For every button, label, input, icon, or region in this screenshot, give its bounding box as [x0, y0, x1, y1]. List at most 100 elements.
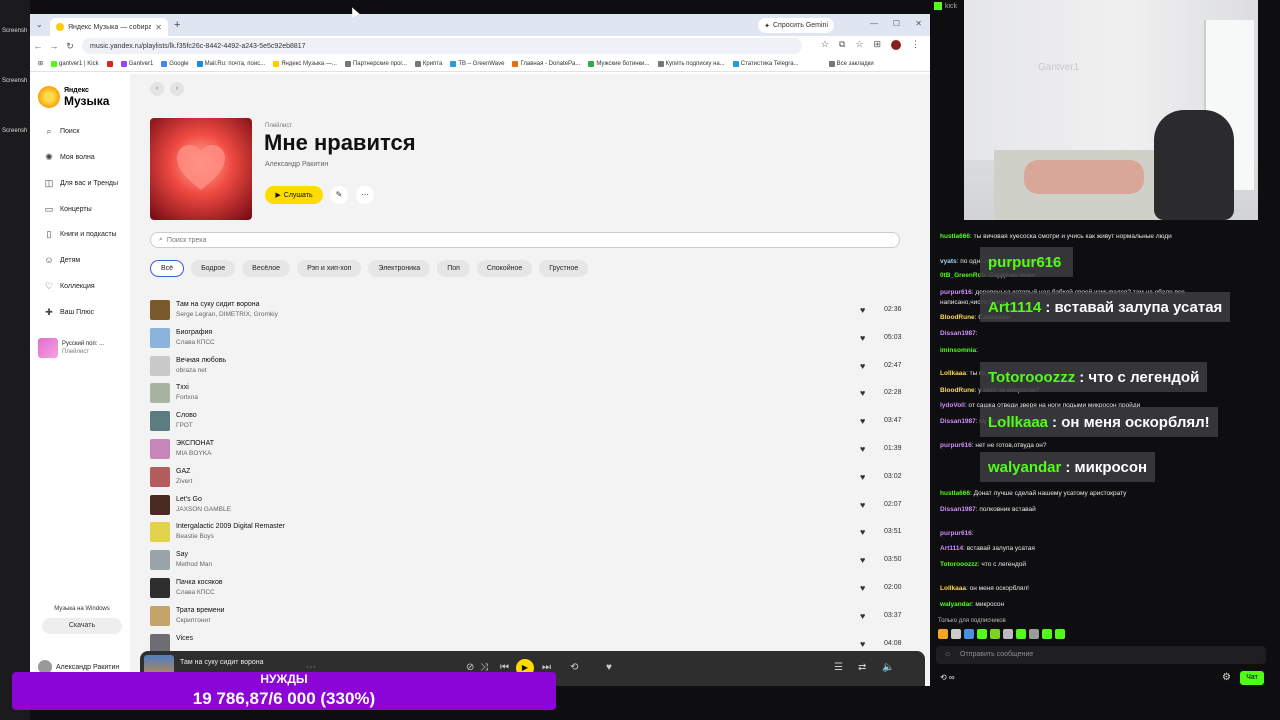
track-title[interactable]: Там на суку сидит ворона [176, 301, 260, 308]
track-title[interactable]: Вечная любовь [176, 357, 226, 364]
track-artist[interactable]: MIA BOYKA [176, 450, 211, 457]
chat-username[interactable]: Lollkaaa [940, 370, 966, 377]
url-field[interactable]: music.yandex.ru/playlists/lk.f35fc26c-84… [82, 38, 802, 54]
track-row[interactable]: Пачка косяков Слава КПСС ♥ 02:00 [150, 576, 915, 604]
chat-username[interactable]: BloodRune [940, 314, 975, 321]
track-title[interactable]: ЭКСПОНАТ [176, 440, 214, 447]
chat-username[interactable]: hustla666 [940, 233, 970, 240]
chat-username[interactable]: purpur616 [940, 530, 972, 537]
bookmark-item[interactable]: Google [161, 60, 189, 67]
track-row[interactable]: Трата времени Скриптонит ♥ 03:37 [150, 604, 915, 632]
desktop-icon-label[interactable]: Screensh [2, 28, 27, 34]
bookmark-item[interactable]: gantver1 | Kick [51, 60, 99, 67]
bookmark-item[interactable]: Яндекс Музыка —... [273, 60, 337, 67]
volume-icon[interactable]: 🔈 [882, 662, 894, 673]
track-row[interactable]: Txxi Fortxna ♥ 02:28 [150, 381, 915, 409]
settings-icon[interactable]: ⇄ [858, 662, 866, 673]
track-title[interactable]: Пачка косяков [176, 579, 223, 586]
apps-icon[interactable]: ⊞ [38, 60, 43, 67]
sidebar-item-my-wave[interactable]: ✺ Моя волна [44, 152, 95, 163]
track-row[interactable]: Вечная любовь obraza net ♥ 02:47 [150, 354, 915, 382]
track-artist[interactable]: obraza net [176, 367, 207, 374]
chat-send-button[interactable]: Чат [1240, 671, 1264, 685]
emote-icon[interactable] [1055, 629, 1065, 639]
chat-username[interactable]: purpur616 [940, 442, 972, 449]
gear-icon[interactable]: ⚙ [1222, 672, 1231, 683]
bookmark-item[interactable]: Купить подписку на... [657, 60, 725, 67]
track-artist[interactable]: Beastie Boys [176, 533, 214, 540]
playlist-author[interactable]: Александр Ракитин [265, 161, 328, 168]
back-icon[interactable]: ← [30, 41, 46, 51]
track-title[interactable]: Vices [176, 635, 193, 642]
sidebar-playlist[interactable]: Русский поп: ... Плейлист [38, 338, 104, 358]
like-heart-icon[interactable]: ♥ [860, 555, 865, 565]
track-title[interactable]: Txxi [176, 384, 189, 391]
bookmarks-icon[interactable]: ☆ [855, 39, 863, 50]
bookmark-item[interactable]: Крипта [414, 60, 442, 67]
like-heart-icon[interactable]: ♥ [860, 416, 865, 426]
like-heart-icon[interactable]: ♥ [860, 527, 865, 537]
bookmark-item[interactable]: Мужские ботинки... [588, 60, 650, 67]
emote-icon[interactable] [977, 629, 987, 639]
like-heart-icon[interactable]: ♥ [860, 388, 865, 398]
emote-icon[interactable] [1042, 629, 1052, 639]
page-back-icon[interactable]: ‹ [150, 82, 164, 96]
chat-username[interactable]: vyats [940, 258, 957, 265]
track-title[interactable]: Say [176, 551, 188, 558]
download-button[interactable]: Скачать [42, 618, 122, 634]
track-artist[interactable]: Скриптонит [176, 617, 211, 624]
chat-username[interactable]: Dissan1987 [940, 418, 976, 425]
chat-username[interactable]: lydoVoll [940, 402, 965, 409]
track-row[interactable]: Слово ГРОТ ♥ 03:47 [150, 409, 915, 437]
chat-username[interactable]: Totorooozzz [940, 561, 978, 568]
sidebar-item-books[interactable]: ▯ Книги и подкасты [44, 229, 117, 240]
pin-button[interactable]: ✎ [330, 186, 348, 204]
maximize-icon[interactable]: ☐ [893, 19, 900, 28]
bookmark-item[interactable]: Партнерские прог... [344, 60, 407, 67]
emote-icon[interactable] [1003, 629, 1013, 639]
like-heart-icon[interactable]: ♥ [860, 333, 865, 343]
extensions-icon[interactable]: ⧉ [839, 39, 845, 50]
track-title[interactable]: Слово [176, 412, 197, 419]
sidebar-item-plus[interactable]: ✚ Ваш Плюс [44, 307, 94, 318]
all-bookmarks[interactable]: Все закладки [828, 60, 874, 67]
tab-search-icon[interactable]: ⌄ [36, 20, 43, 29]
tab-yandex-music[interactable]: Яндекс Музыка — собираем ... ✕ [50, 18, 168, 36]
more-button[interactable]: ⋯ [356, 186, 374, 204]
sidebar-item-for-you[interactable]: ◫ Для вас и Тренды [44, 178, 118, 189]
track-title[interactable]: Трата времени [176, 607, 224, 614]
kick-tab[interactable]: kick [934, 2, 957, 10]
chat-username[interactable]: Dissan1987 [940, 506, 976, 513]
desktop-icon-label[interactable]: Screensh [2, 78, 27, 84]
bookmark-item[interactable]: Статистика Telegra... [732, 60, 799, 67]
repeat-icon[interactable]: ⟲ [570, 662, 578, 673]
chat-username[interactable]: 0tB_GreenRob [940, 272, 986, 279]
listen-button[interactable]: ▶ Слушать [265, 186, 323, 204]
emote-icon[interactable] [1029, 629, 1039, 639]
minimize-icon[interactable]: — [870, 19, 878, 28]
sidebar-item-search[interactable]: ⌕ Поиск [44, 126, 79, 137]
filter-chip[interactable]: Всё [150, 260, 185, 277]
filter-chip[interactable]: Спокойное [476, 260, 533, 277]
like-heart-icon[interactable]: ♥ [860, 472, 865, 482]
queue-icon[interactable]: ☰ [834, 662, 843, 673]
forward-icon[interactable]: → [46, 41, 62, 51]
like-heart-icon[interactable]: ♥ [860, 305, 865, 315]
menu-icon[interactable]: ⋮ [911, 39, 920, 50]
track-artist[interactable]: Слава КПСС [176, 589, 215, 596]
filter-chip[interactable]: Бодрое [191, 260, 236, 277]
like-heart-icon[interactable]: ♥ [860, 361, 865, 371]
smile-icon[interactable]: ☺ [944, 646, 951, 664]
chat-username[interactable]: Dissan1987 [940, 330, 976, 337]
emote-icon[interactable] [1016, 629, 1026, 639]
like-icon[interactable]: ♥ [606, 662, 612, 673]
filter-chip[interactable]: Рэп и хип-хоп [297, 260, 362, 277]
track-title[interactable]: Intergalactic 2009 Digital Remaster [176, 523, 285, 530]
page-forward-icon[interactable]: › [170, 82, 184, 96]
emote-icon[interactable] [938, 629, 948, 639]
track-row[interactable]: Intergalactic 2009 Digital Remaster Beast… [150, 520, 915, 548]
now-playing-title[interactable]: Там на суку сидит ворона [180, 659, 264, 666]
reload-icon[interactable]: ↻ [62, 41, 78, 52]
track-artist[interactable]: Fortxna [176, 394, 198, 401]
chat-username[interactable]: walyandar [940, 601, 972, 608]
